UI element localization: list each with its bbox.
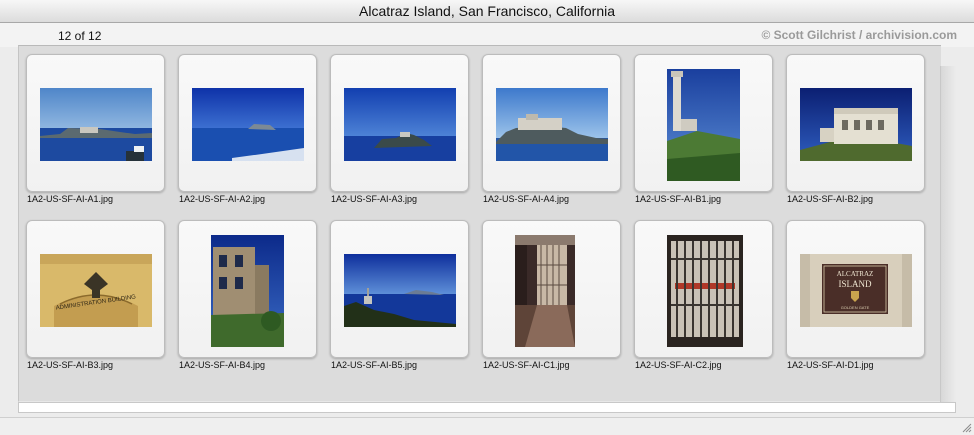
slide-mount: ALCATRAZ ISLAND GOLDEN GATE	[786, 220, 925, 358]
horizontal-scrollbar[interactable]	[18, 402, 956, 413]
thumbnail-grid: 1A2-US-SF-AI-A1.jpg 1A2-US-SF-AI-A2.jpg	[18, 45, 941, 402]
photo	[800, 88, 912, 161]
thumbnail-filename: 1A2-US-SF-AI-A4.jpg	[483, 194, 570, 204]
thumbnail-filename: 1A2-US-SF-AI-D1.jpg	[787, 360, 874, 370]
thumbnail-filename: 1A2-US-SF-AI-B1.jpg	[635, 194, 722, 204]
photo	[667, 235, 743, 347]
thumbnail-filename: 1A2-US-SF-AI-A3.jpg	[331, 194, 418, 204]
thumbnail-d1[interactable]: ALCATRAZ ISLAND GOLDEN GATE 1A2-US-SF-AI…	[779, 212, 931, 378]
thumbnail-filename: 1A2-US-SF-AI-C2.jpg	[635, 360, 722, 370]
thumbnail-b3[interactable]: ADMINISTRATION BUILDING 1A2-US-SF-AI-B3.…	[19, 212, 171, 378]
window-title: Alcatraz Island, San Francisco, Californ…	[359, 3, 615, 19]
photo	[40, 88, 152, 161]
slide-mount	[26, 54, 165, 192]
thumbnail-b2[interactable]: 1A2-US-SF-AI-B2.jpg	[779, 46, 931, 212]
thumbnail-c1[interactable]: 1A2-US-SF-AI-C1.jpg	[475, 212, 627, 378]
image-count: 12 of 12	[58, 29, 102, 43]
photo	[667, 69, 740, 181]
copyright-credit: © Scott Gilchrist / archivision.com	[761, 28, 957, 42]
vertical-scrollbar[interactable]	[940, 66, 957, 406]
thumbnail-filename: 1A2-US-SF-AI-B4.jpg	[179, 360, 266, 370]
sign-line3: GOLDEN GATE	[841, 305, 870, 310]
slide-mount	[178, 220, 317, 358]
photo: ALCATRAZ ISLAND GOLDEN GATE	[800, 254, 912, 327]
slide-mount	[786, 54, 925, 192]
sign-line1: ALCATRAZ	[837, 270, 874, 278]
thumbnail-b1[interactable]: 1A2-US-SF-AI-B1.jpg	[627, 46, 779, 212]
slide-mount	[330, 54, 469, 192]
thumbnail-filename: 1A2-US-SF-AI-A2.jpg	[179, 194, 266, 204]
thumbnail-a2[interactable]: 1A2-US-SF-AI-A2.jpg	[171, 46, 323, 212]
photo	[496, 88, 608, 161]
photo	[211, 235, 284, 347]
thumbnail-b4[interactable]: 1A2-US-SF-AI-B4.jpg	[171, 212, 323, 378]
slide-mount	[178, 54, 317, 192]
thumbnail-filename: 1A2-US-SF-AI-C1.jpg	[483, 360, 570, 370]
thumbnail-a3[interactable]: 1A2-US-SF-AI-A3.jpg	[323, 46, 475, 212]
photo	[344, 254, 456, 327]
thumbnail-filename: 1A2-US-SF-AI-B2.jpg	[787, 194, 874, 204]
thumbnail-a1[interactable]: 1A2-US-SF-AI-A1.jpg	[19, 46, 171, 212]
photo	[515, 235, 575, 347]
slide-mount: ADMINISTRATION BUILDING	[26, 220, 165, 358]
slide-mount	[482, 220, 621, 358]
thumbnail-b5[interactable]: 1A2-US-SF-AI-B5.jpg	[323, 212, 475, 378]
thumbnail-a4[interactable]: 1A2-US-SF-AI-A4.jpg	[475, 46, 627, 212]
slide-mount	[482, 54, 621, 192]
slide-mount	[634, 220, 773, 358]
info-bar: 12 of 12 © Scott Gilchrist / archivision…	[0, 23, 974, 47]
thumbnail-filename: 1A2-US-SF-AI-B5.jpg	[331, 360, 418, 370]
resize-grip-icon[interactable]	[960, 421, 972, 433]
status-bar	[0, 417, 974, 435]
thumbnail-c2[interactable]: 1A2-US-SF-AI-C2.jpg	[627, 212, 779, 378]
slide-mount	[330, 220, 469, 358]
thumbnail-filename: 1A2-US-SF-AI-A1.jpg	[27, 194, 114, 204]
slide-mount	[634, 54, 773, 192]
photo	[344, 88, 456, 161]
window-title-bar[interactable]: Alcatraz Island, San Francisco, Californ…	[0, 0, 974, 23]
sign-line2: ISLAND	[839, 279, 872, 289]
photo: ADMINISTRATION BUILDING	[40, 254, 152, 327]
photo	[192, 88, 304, 161]
thumbnail-filename: 1A2-US-SF-AI-B3.jpg	[27, 360, 114, 370]
